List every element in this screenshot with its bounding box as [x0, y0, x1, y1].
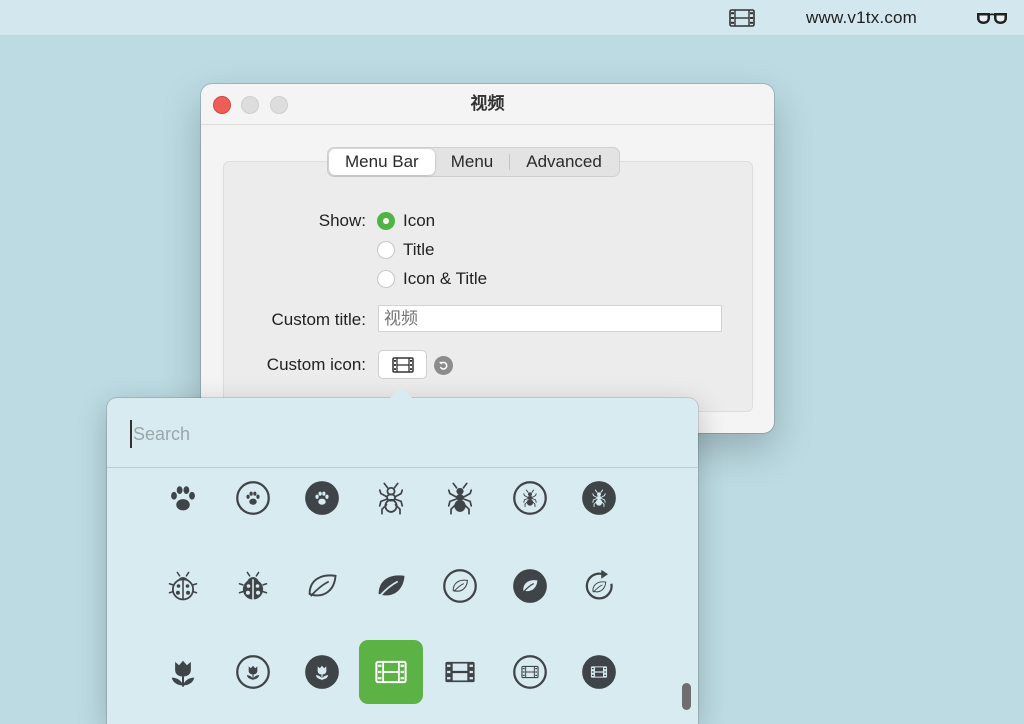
glasses-icon[interactable]: [976, 0, 1008, 35]
icon-cell-pawprint-circle[interactable]: [221, 466, 285, 530]
menu-bar: www.v1tx.com: [0, 0, 1024, 35]
tab-menu[interactable]: Menu: [435, 149, 510, 175]
tab-menu-bar[interactable]: Menu Bar: [329, 149, 435, 175]
radio-option-icon[interactable]: Icon: [377, 211, 435, 231]
film-icon: [373, 654, 409, 690]
icon-grid: [107, 468, 698, 724]
custom-icon-label: Custom icon:: [266, 355, 366, 374]
film-icon: [391, 356, 414, 373]
radio-icon-and-title-label: Icon & Title: [403, 269, 488, 288]
icon-cell-leaf-circle[interactable]: [428, 554, 492, 618]
custom-title-input[interactable]: [378, 305, 722, 332]
icon-cell-ant-circle-fill[interactable]: [567, 466, 631, 530]
leaf-circle-icon: [442, 568, 478, 604]
pawprint-circle-icon: [235, 480, 271, 516]
icon-search-input[interactable]: [130, 420, 675, 448]
film-circle-icon: [512, 654, 548, 690]
popover-arrow: [389, 387, 413, 399]
ladybug-fill-icon: [235, 568, 271, 604]
camera-macro-icon: [165, 654, 201, 690]
radio-icon-and-title-button[interactable]: [377, 270, 395, 288]
icon-cell-leaf-arrow-circlepath[interactable]: [567, 554, 631, 618]
radio-title-label: Title: [403, 240, 435, 259]
icon-cell-camera-macro-circle-fill[interactable]: [290, 640, 354, 704]
custom-icon-well[interactable]: [378, 350, 427, 379]
film-icon[interactable]: [729, 0, 755, 35]
title-bar[interactable]: 视频: [201, 84, 774, 125]
ant-circle-icon: [512, 480, 548, 516]
pawprint-circle-fill-icon: [304, 480, 340, 516]
leaf-arrow-circlepath-icon: [581, 568, 617, 604]
camera-macro-circle-icon: [235, 654, 271, 690]
custom-title-label: Custom title:: [271, 310, 366, 329]
icon-cell-pawprint[interactable]: [151, 466, 215, 530]
tab-advanced[interactable]: Advanced: [510, 149, 618, 175]
icon-cell-camera-macro-circle[interactable]: [221, 640, 285, 704]
menubar-site-text[interactable]: www.v1tx.com: [806, 0, 917, 35]
ant-icon: [373, 480, 409, 516]
preferences-window: 视频 Menu Bar Menu Advanced Show: Icon Tit…: [201, 84, 774, 433]
leaf-fill-icon: [373, 568, 409, 604]
icon-cell-film-fill[interactable]: [428, 640, 492, 704]
radio-option-title[interactable]: Title: [377, 240, 435, 260]
window-title: 视频: [470, 94, 505, 113]
film-fill-icon: [442, 654, 478, 690]
leaf-circle-fill-icon: [512, 568, 548, 604]
icon-cell-ant[interactable]: [359, 466, 423, 530]
radio-icon-button[interactable]: [377, 212, 395, 230]
icon-grid-scrollbar[interactable]: [682, 683, 691, 710]
radio-title-button[interactable]: [377, 241, 395, 259]
icon-cell-film-circle-fill[interactable]: [567, 640, 631, 704]
radio-option-icon-and-title[interactable]: Icon & Title: [377, 269, 487, 289]
reset-icon-button[interactable]: [434, 356, 453, 375]
icon-cell-ladybug-fill[interactable]: [221, 554, 285, 618]
icon-cell-ant-circle[interactable]: [498, 466, 562, 530]
icon-cell-film[interactable]: [359, 640, 423, 704]
ant-circle-fill-icon: [581, 480, 617, 516]
radio-icon-label: Icon: [403, 211, 436, 230]
ant-fill-icon: [442, 480, 478, 516]
tab-bar: Menu Bar Menu Advanced: [327, 147, 620, 177]
film-circle-fill-icon: [581, 654, 617, 690]
icon-cell-leaf[interactable]: [290, 554, 354, 618]
show-label: Show:: [318, 211, 366, 230]
pawprint-icon: [165, 480, 201, 516]
undo-arrow-icon: [439, 361, 448, 370]
icon-cell-leaf-fill[interactable]: [359, 554, 423, 618]
ladybug-icon: [165, 568, 201, 604]
icon-cell-ladybug[interactable]: [151, 554, 215, 618]
icon-cell-camera-macro[interactable]: [151, 640, 215, 704]
icon-picker-popover: [107, 387, 698, 724]
icon-cell-film-circle[interactable]: [498, 640, 562, 704]
icon-cell-ant-fill[interactable]: [428, 466, 492, 530]
icon-cell-leaf-circle-fill[interactable]: [498, 554, 562, 618]
leaf-icon: [304, 568, 340, 604]
icon-cell-pawprint-circle-fill[interactable]: [290, 466, 354, 530]
camera-macro-circle-fill-icon: [304, 654, 340, 690]
